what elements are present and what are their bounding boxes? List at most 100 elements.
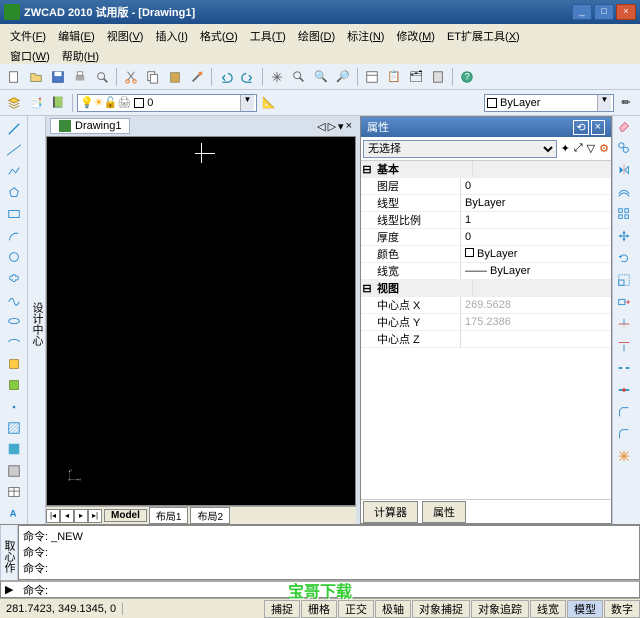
print-icon[interactable] xyxy=(70,67,90,87)
prop-row-cy[interactable]: 中心点 Y175.2386 xyxy=(361,314,611,331)
fillet-icon[interactable] xyxy=(617,427,637,447)
layout-tab-2[interactable]: 布局2 xyxy=(190,507,230,524)
rect-icon[interactable] xyxy=(4,205,24,224)
menu-et[interactable]: ET扩展工具(X) xyxy=(441,26,526,46)
save-icon[interactable] xyxy=(48,67,68,87)
layer-state-icon[interactable]: 📑 xyxy=(26,93,46,113)
help-icon[interactable]: ? xyxy=(457,67,477,87)
calculator-button[interactable]: 计算器 xyxy=(363,501,418,523)
menu-help[interactable]: 帮助(H) xyxy=(56,46,105,66)
menu-edit[interactable]: 编辑(E) xyxy=(52,26,101,46)
tab-next-icon[interactable]: ▷ xyxy=(328,120,336,133)
layout-last-icon[interactable]: ▸| xyxy=(88,509,102,523)
props-icon[interactable] xyxy=(362,67,382,87)
paste-icon[interactable] xyxy=(165,67,185,87)
doc-tab-drawing1[interactable]: Drawing1 xyxy=(50,118,130,134)
zoom-win-icon[interactable]: 🔎 xyxy=(333,67,353,87)
circle-icon[interactable] xyxy=(4,247,24,266)
layout-next-icon[interactable]: ▸ xyxy=(74,509,88,523)
chevron-down-icon[interactable]: ▼ xyxy=(597,95,611,111)
table-icon[interactable] xyxy=(4,482,24,501)
mirror-icon[interactable] xyxy=(617,163,637,183)
prop-row-color[interactable]: 颜色ByLayer xyxy=(361,246,611,263)
maximize-button[interactable]: □ xyxy=(594,4,614,20)
prop-row-cz[interactable]: 中心点 Z xyxy=(361,331,611,348)
pan-icon[interactable] xyxy=(267,67,287,87)
menu-insert[interactable]: 插入(I) xyxy=(149,26,193,46)
calc-icon[interactable] xyxy=(428,67,448,87)
rotate-icon[interactable] xyxy=(617,251,637,271)
layout-first-icon[interactable]: |◂ xyxy=(46,509,60,523)
layout-tab-1[interactable]: 布局1 xyxy=(149,507,189,524)
prop-row-thickness[interactable]: 厚度0 xyxy=(361,229,611,246)
zoom-icon[interactable] xyxy=(289,67,309,87)
arc-icon[interactable] xyxy=(4,226,24,245)
break-icon[interactable] xyxy=(617,361,637,381)
chevron-down-icon[interactable]: ▼ xyxy=(240,95,254,111)
command-history[interactable]: 命令: _NEW 命令: 命令: 命令: _PRODUCTACTIVE xyxy=(18,525,640,580)
revcloud-icon[interactable] xyxy=(4,269,24,288)
collapse-icon[interactable]: ⊟ xyxy=(361,163,373,176)
region-icon[interactable] xyxy=(4,461,24,480)
minimize-button[interactable]: _ xyxy=(572,4,592,20)
snap-toggle[interactable]: 捕捉 xyxy=(264,600,300,618)
layer-manager-icon[interactable] xyxy=(4,93,24,113)
drawing-area[interactable]: YX xyxy=(46,136,356,506)
tab-menu-icon[interactable]: ▾ xyxy=(338,120,344,133)
linetype-icon[interactable]: ✏ xyxy=(616,93,636,113)
extend-icon[interactable] xyxy=(617,339,637,359)
tab-close-icon[interactable]: × xyxy=(346,120,352,133)
mtext-icon[interactable]: A xyxy=(4,504,24,523)
layer-dropdown[interactable]: 💡☀🔓🖨 0 ▼ xyxy=(77,94,257,112)
quickselect-icon[interactable]: ✦ xyxy=(561,142,570,155)
array-icon[interactable] xyxy=(617,207,637,227)
menu-annotate[interactable]: 标注(N) xyxy=(341,26,390,46)
chamfer-icon[interactable] xyxy=(617,405,637,425)
join-icon[interactable] xyxy=(617,383,637,403)
menu-draw[interactable]: 绘图(D) xyxy=(292,26,341,46)
grid-toggle[interactable]: 栅格 xyxy=(301,600,337,618)
filter-icon[interactable]: ▽ xyxy=(587,142,595,155)
menu-file[interactable]: 文件(F) xyxy=(4,26,52,46)
undo-icon[interactable] xyxy=(216,67,236,87)
match-icon[interactable] xyxy=(187,67,207,87)
selectobj-icon[interactable]: ⤢ xyxy=(574,142,583,155)
trim-icon[interactable] xyxy=(617,317,637,337)
prop-row-layer[interactable]: 图层0 xyxy=(361,178,611,195)
design-center-tab[interactable]: 设计中心 xyxy=(28,116,46,524)
num-toggle[interactable]: 数字 xyxy=(604,600,640,618)
cmd-vtab[interactable]: 取心作 xyxy=(0,525,18,580)
hatch-icon[interactable] xyxy=(4,418,24,437)
ellipsearc-icon[interactable] xyxy=(4,333,24,352)
model-toggle[interactable]: 模型 xyxy=(567,600,603,618)
designcenter-icon[interactable]: 📋 xyxy=(384,67,404,87)
block-icon[interactable] xyxy=(4,376,24,395)
toolpalette-icon[interactable]: 🗂 xyxy=(406,67,426,87)
new-icon[interactable] xyxy=(4,67,24,87)
linetype-dropdown[interactable]: ByLayer ▼ xyxy=(484,94,614,112)
coordinates[interactable]: 281.7423, 349.1345, 0 xyxy=(0,603,123,615)
selection-dropdown[interactable]: 无选择 xyxy=(363,140,557,158)
layout-tab-model[interactable]: Model xyxy=(104,509,147,522)
point-icon[interactable] xyxy=(4,397,24,416)
menu-tools[interactable]: 工具(T) xyxy=(244,26,292,46)
otrack-toggle[interactable]: 对象追踪 xyxy=(471,600,529,618)
explode-icon[interactable] xyxy=(617,449,637,469)
insert-icon[interactable] xyxy=(4,354,24,373)
osnap-toggle[interactable]: 对象捕捉 xyxy=(412,600,470,618)
lwt-toggle[interactable]: 线宽 xyxy=(530,600,566,618)
menu-modify[interactable]: 修改(M) xyxy=(390,26,441,46)
prop-autohide-icon[interactable]: ⟲ xyxy=(573,120,588,135)
layer-iso-icon[interactable]: 📐 xyxy=(259,93,279,113)
layer-prev-icon[interactable]: 📗 xyxy=(48,93,68,113)
copy-icon[interactable] xyxy=(143,67,163,87)
ellipse-icon[interactable] xyxy=(4,311,24,330)
menu-window[interactable]: 窗口(W) xyxy=(4,46,56,66)
preview-icon[interactable] xyxy=(92,67,112,87)
gradient-icon[interactable] xyxy=(4,440,24,459)
command-line[interactable]: ▶ 命令: 宝哥下载 xyxy=(0,580,640,598)
cut-icon[interactable] xyxy=(121,67,141,87)
polar-toggle[interactable]: 极轴 xyxy=(375,600,411,618)
stretch-icon[interactable] xyxy=(617,295,637,315)
line-icon[interactable] xyxy=(4,119,24,138)
